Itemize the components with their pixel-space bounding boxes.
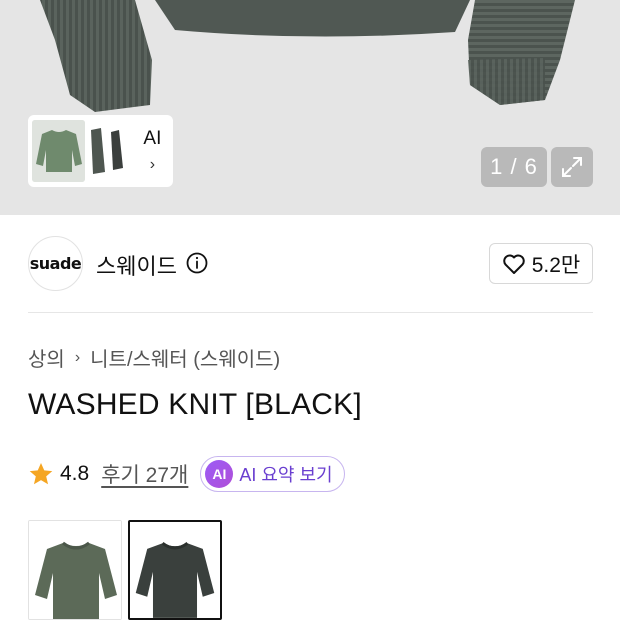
breadcrumb-item-knit[interactable]: 니트/스웨터 (스웨이드) [90, 343, 280, 372]
breadcrumb: 상의 › 니트/스웨터 (스웨이드) [28, 343, 280, 372]
thumbnail-dark[interactable] [88, 124, 132, 178]
brand-row: suade 스웨이드 5.2만 [28, 236, 593, 292]
rating-row: 4.8 후기 27개 AI AI 요약 보기 [28, 456, 345, 492]
like-button[interactable]: 5.2만 [489, 243, 593, 284]
option-black-knit[interactable] [128, 520, 222, 620]
heart-icon [502, 254, 525, 274]
option-black-image [130, 522, 220, 618]
rating-value: 4.8 [60, 462, 90, 485]
divider [28, 312, 593, 313]
expand-button[interactable] [551, 147, 593, 187]
info-icon[interactable] [186, 252, 208, 274]
product-image-gallery[interactable]: AI › 1 / 6 [0, 0, 620, 215]
option-green-knit[interactable] [28, 520, 122, 620]
ai-summary-label: AI 요약 보기 [239, 465, 333, 485]
brand-name[interactable]: 스웨이드 [96, 249, 177, 281]
breadcrumb-item-top[interactable]: 상의 [28, 343, 65, 372]
brand-logo[interactable]: suade [28, 236, 83, 291]
like-count: 5.2만 [531, 253, 581, 277]
thumbnail-strip[interactable]: AI › [28, 115, 173, 187]
ai-badge-icon: AI [205, 460, 234, 488]
ai-view-link[interactable]: AI › [136, 120, 169, 182]
expand-icon [562, 157, 582, 177]
ai-summary-button[interactable]: AI AI 요약 보기 [200, 456, 345, 492]
option-green-image [29, 521, 121, 619]
product-title: WASHED KNIT [BLACK] [28, 388, 362, 421]
ai-label: AI [143, 128, 162, 149]
color-options [28, 520, 222, 620]
chevron-right-icon: › [149, 156, 156, 173]
chevron-right-icon: › [74, 348, 81, 366]
star-icon [29, 462, 53, 485]
reviews-link[interactable]: 후기 27개 [101, 459, 188, 489]
image-counter: 1 / 6 [481, 147, 547, 187]
thumbnail-green[interactable] [32, 120, 85, 182]
